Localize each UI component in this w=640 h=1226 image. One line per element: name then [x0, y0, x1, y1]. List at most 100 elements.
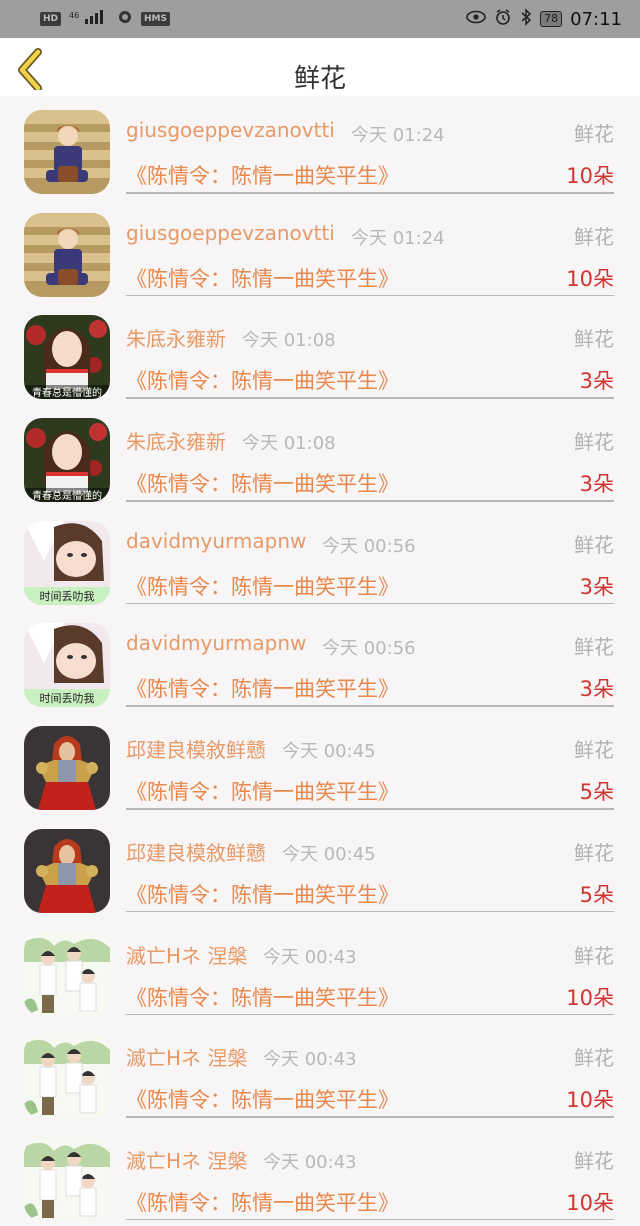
status-right: 78 07:11 [466, 8, 622, 30]
divider [126, 294, 614, 297]
username[interactable]: 邱建良模敘鲜戆 [126, 734, 266, 763]
hms-indicator: HMS [141, 12, 170, 26]
avatar[interactable] [24, 1034, 110, 1119]
svg-text:时间丢叻我: 时间丢叻我 [40, 692, 95, 705]
avatar[interactable] [24, 828, 110, 913]
battery-indicator: 78 [540, 11, 563, 27]
hd-indicator: HD [40, 12, 62, 26]
list-item[interactable]: 滅亡Hネ 涅槃 今天 00:43 鲜花 《陈情令：陈情一曲笑平生》 10朵 [0, 1123, 640, 1226]
eye-icon [466, 10, 486, 28]
book-title[interactable]: 《陈情令：陈情一曲笑平生》 [126, 263, 399, 293]
timestamp: 今天 00:43 [263, 1151, 357, 1173]
avatar[interactable]: 时间丢叻我 [24, 623, 110, 708]
book-title[interactable]: 《陈情令：陈情一曲笑平生》 [126, 776, 399, 806]
divider [126, 192, 614, 194]
gift-count: 10朵 [566, 1190, 614, 1215]
timestamp: 今天 01:08 [242, 330, 336, 352]
avatar[interactable] [24, 110, 110, 194]
avatar[interactable] [24, 1136, 110, 1221]
page-title: 鲜花 [293, 64, 346, 94]
gift-type: 鲜花 [574, 840, 614, 865]
divider [126, 808, 614, 810]
bluetooth-icon [520, 8, 532, 30]
gift-count: 3朵 [579, 369, 614, 394]
avatar[interactable]: 青春总是懵懂的 [24, 418, 110, 503]
divider [126, 500, 614, 502]
book-title[interactable]: 《陈情令：陈情一曲笑平生》 [126, 571, 399, 601]
avatar[interactable]: 时间丢叻我 [24, 520, 110, 605]
book-title[interactable]: 《陈情令：陈情一曲笑平生》 [126, 879, 399, 909]
svg-text:青春总是懵懂的: 青春总是懵懂的 [32, 386, 102, 399]
svg-text:时间丢叻我: 时间丢叻我 [40, 590, 95, 603]
gift-type: 鲜花 [574, 224, 614, 249]
username[interactable]: 朱底永雍新 [126, 323, 226, 352]
timestamp: 今天 00:45 [282, 741, 376, 763]
svg-text:46: 46 [69, 11, 79, 20]
list-item[interactable]: 时间丢叻我 davidmyurmapnw 今天 00:56 鲜花 《陈情令：陈情一曲笑平… [0, 609, 640, 712]
list-item[interactable]: 邱建良模敘鲜戆 今天 00:45 鲜花《陈情令：陈情一曲笑平生》 5朵 [0, 712, 640, 815]
alarm-icon [494, 8, 512, 30]
timestamp: 今天 00:45 [282, 843, 376, 865]
username[interactable]: giusgoeppevzanovtti [126, 221, 335, 245]
gift-count: 3朵 [579, 472, 614, 497]
username[interactable]: 朱底永雍新 [126, 426, 226, 455]
divider [126, 1013, 614, 1015]
list-item[interactable]: giusgoeppevzanovtti 今天 01:24 鲜花《陈情令：陈情一曲笑平… [0, 96, 640, 199]
gift-type: 鲜花 [574, 943, 614, 968]
book-title[interactable]: 《陈情令：陈情一曲笑平生》 [126, 673, 399, 703]
list-item[interactable]: 时间丢叻我 davidmyurmapnw 今天 00:56 鲜花《陈情令：陈情一曲笑平… [0, 507, 640, 610]
list-item[interactable]: 青春总是懵懂的 朱底永雍新 今天 01:08 鲜花《陈情令：陈情一曲笑平生》 3朵 [0, 404, 640, 507]
status-left: HD 46 HMS [40, 9, 170, 29]
gift-count: 10朵 [566, 1088, 614, 1113]
username[interactable]: 滅亡Hネ 涅槃 [126, 1042, 247, 1071]
gift-type: 鲜花 [574, 532, 614, 557]
book-title[interactable]: 《陈情令：陈情一曲笑平生》 [126, 1084, 399, 1114]
username[interactable]: 滅亡Hネ 涅槃 [126, 1145, 247, 1174]
list-item[interactable]: 滅亡Hネ 涅槃 今天 00:43 鲜花《陈情令：陈情一曲笑平生》 10朵 [0, 1020, 640, 1123]
gift-type: 鲜花 [574, 122, 614, 146]
list-item[interactable]: 青春总是懵懂的 朱底永雍新 今天 01:08 鲜花《陈情令：陈情一曲笑平生》 3朵 [0, 301, 640, 404]
book-title[interactable]: 《陈情令：陈情一曲笑平生》 [126, 982, 399, 1012]
username[interactable]: 滅亡Hネ 涅槃 [126, 940, 247, 969]
timestamp: 今天 00:43 [263, 1049, 357, 1071]
avatar[interactable] [24, 726, 110, 811]
avatar[interactable]: 青春总是懵懂的 [24, 315, 110, 400]
gift-count: 10朵 [566, 985, 614, 1010]
username[interactable]: davidmyurmapnw [126, 529, 306, 553]
timestamp: 今天 01:24 [351, 125, 445, 146]
alarm-settings-icon [117, 9, 133, 29]
svg-text:青春总是懵懂的: 青春总是懵懂的 [32, 489, 102, 502]
timestamp: 今天 01:08 [242, 433, 336, 455]
book-title[interactable]: 《陈情令：陈情一曲笑平生》 [126, 468, 399, 498]
username[interactable]: davidmyurmapnw [126, 631, 306, 655]
book-title[interactable]: 《陈情令：陈情一曲笑平生》 [126, 1187, 399, 1217]
divider [126, 705, 614, 707]
avatar[interactable] [24, 931, 110, 1016]
timestamp: 今天 00:43 [263, 946, 357, 968]
timestamp: 今天 00:56 [322, 535, 416, 557]
username[interactable]: giusgoeppevzanovtti [126, 118, 335, 142]
divider [126, 602, 614, 605]
divider [126, 910, 614, 913]
header: 鲜花 [0, 38, 640, 96]
book-title[interactable]: 《陈情令：陈情一曲笑平生》 [126, 160, 399, 190]
gift-type: 鲜花 [574, 1046, 614, 1071]
gift-type: 鲜花 [574, 738, 614, 763]
divider [126, 397, 614, 399]
divider [126, 1116, 614, 1118]
timestamp: 今天 01:24 [351, 227, 445, 249]
clock: 07:11 [570, 8, 622, 30]
list-item[interactable]: 邱建良模敘鲜戆 今天 00:45 鲜花 《陈情令：陈情一曲笑平生》 5朵 [0, 815, 640, 918]
gift-type: 鲜花 [574, 327, 614, 352]
gift-count: 10朵 [566, 266, 614, 291]
gift-count: 3朵 [579, 677, 614, 702]
list-item[interactable]: giusgoeppevzanovtti 今天 01:24 鲜花《陈情令：陈情一曲笑平… [0, 199, 640, 302]
gift-count: 3朵 [579, 574, 614, 599]
avatar[interactable] [24, 212, 110, 297]
book-title[interactable]: 《陈情令：陈情一曲笑平生》 [126, 365, 399, 395]
gift-type: 鲜花 [574, 430, 614, 455]
status-bar: HD 46 HMS 78 07:11 [0, 0, 640, 38]
username[interactable]: 邱建良模敘鲜戆 [126, 837, 266, 866]
gift-count: 5朵 [579, 780, 614, 805]
list-item[interactable]: 滅亡Hネ 涅槃 今天 00:43 鲜花《陈情令：陈情一曲笑平生》 10朵 [0, 918, 640, 1021]
